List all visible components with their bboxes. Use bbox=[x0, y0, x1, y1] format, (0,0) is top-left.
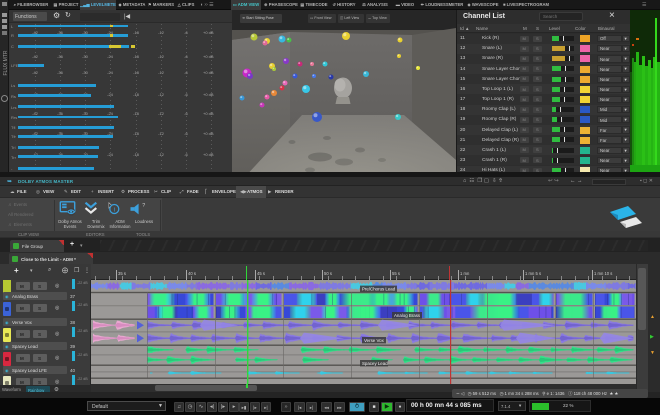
svg-text:i: i bbox=[114, 206, 115, 213]
svg-text:Analog Brass: Analog Brass bbox=[394, 313, 421, 318]
svg-text:Spacey Lead: Spacey Lead bbox=[362, 361, 388, 366]
svg-text:?: ? bbox=[142, 203, 145, 209]
svg-text:Pre/Chorus Lead: Pre/Chorus Lead bbox=[362, 286, 396, 291]
svg-text:Verse Vox: Verse Vox bbox=[364, 338, 385, 343]
